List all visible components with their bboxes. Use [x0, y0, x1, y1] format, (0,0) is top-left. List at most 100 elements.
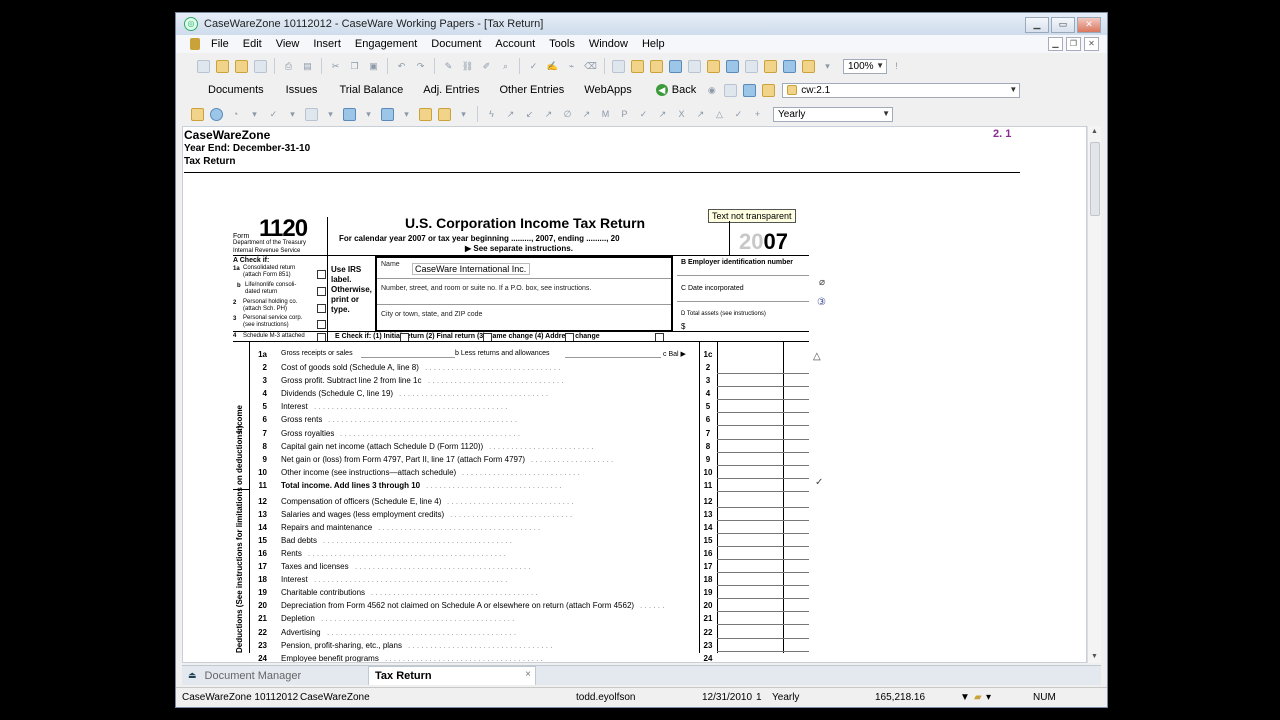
- home-icon[interactable]: [762, 83, 776, 97]
- clock-icon[interactable]: ◔: [229, 108, 242, 121]
- amount-field[interactable]: [717, 624, 809, 626]
- note-icon[interactable]: [305, 107, 318, 121]
- tickmark-4-icon[interactable]: ↗: [542, 108, 555, 121]
- maximize-icon[interactable]: ▭: [1051, 17, 1075, 33]
- check-personal-service-checkbox[interactable]: [317, 320, 326, 329]
- tickmark-11-icon[interactable]: X: [675, 108, 688, 121]
- spreadsheet-icon[interactable]: [745, 59, 758, 73]
- tickmark-3-icon[interactable]: ↙: [523, 108, 536, 121]
- chevron-down-icon[interactable]: ▾: [324, 108, 337, 121]
- amount-field[interactable]: [717, 585, 809, 587]
- back-button[interactable]: ◀ Back: [650, 84, 702, 96]
- tick-icon[interactable]: ✓: [815, 477, 823, 488]
- redo-icon[interactable]: ↷: [414, 60, 427, 73]
- scroll-down-icon[interactable]: ▼: [1088, 651, 1101, 663]
- amount-field[interactable]: [717, 412, 809, 414]
- checklist-icon[interactable]: [612, 59, 625, 73]
- chevron-down-icon[interactable]: ▾: [248, 108, 261, 121]
- amount-field[interactable]: [717, 425, 809, 427]
- check-lifenonlife-checkbox[interactable]: [317, 287, 326, 296]
- circle-number-icon[interactable]: ③: [817, 297, 826, 308]
- highlight-icon[interactable]: ⌁: [565, 60, 578, 73]
- save-icon[interactable]: [254, 59, 267, 73]
- worksheet-icon[interactable]: [669, 59, 682, 73]
- cut-icon[interactable]: ✂: [329, 60, 342, 73]
- period-select[interactable]: Yearly ▼: [773, 106, 893, 122]
- document-reference[interactable]: 2. 1: [993, 128, 1011, 140]
- memo-icon[interactable]: [688, 59, 701, 73]
- letter-icon[interactable]: [707, 59, 720, 73]
- nav-other-entries[interactable]: Other Entries: [489, 84, 574, 96]
- name-field[interactable]: CaseWare International Inc.: [412, 263, 530, 275]
- amount-field[interactable]: [717, 519, 809, 521]
- amount-field[interactable]: [717, 399, 809, 401]
- print-icon[interactable]: ⎙: [282, 60, 295, 73]
- help-icon[interactable]: !: [890, 60, 903, 73]
- database-icon[interactable]: [783, 59, 796, 73]
- chevron-down-icon[interactable]: ▾: [400, 108, 413, 121]
- amount-field[interactable]: [717, 506, 809, 508]
- annotate-icon[interactable]: ✍: [546, 60, 559, 73]
- new-icon[interactable]: [197, 59, 210, 73]
- tickmark-13-icon[interactable]: △: [713, 108, 726, 121]
- group-icon[interactable]: [381, 107, 394, 121]
- menu-tools[interactable]: Tools: [542, 38, 582, 50]
- amount-field[interactable]: [717, 572, 809, 573]
- chevron-down-icon[interactable]: ▾: [457, 108, 470, 121]
- refresh-icon[interactable]: [743, 83, 757, 97]
- amount-field[interactable]: [717, 545, 809, 547]
- tickmark-5-icon[interactable]: ∅: [561, 108, 574, 121]
- forward-icon[interactable]: ◉: [705, 84, 718, 97]
- nav-adj-entries[interactable]: Adj. Entries: [413, 84, 489, 96]
- chevron-down-icon[interactable]: ▾: [286, 108, 299, 121]
- nav-documents[interactable]: Documents: [198, 84, 274, 96]
- paste-icon[interactable]: ▣: [367, 60, 380, 73]
- amount-field[interactable]: [717, 611, 809, 613]
- document-manager-tab[interactable]: ⏏ Document Manager: [182, 666, 368, 685]
- link-icon[interactable]: ⛓: [461, 60, 474, 73]
- binder-icon[interactable]: [650, 59, 663, 73]
- amount-field[interactable]: [717, 558, 809, 560]
- marker-icon[interactable]: [419, 107, 432, 121]
- document-pane[interactable]: CaseWareZone Year End: December-31-10 Ta…: [182, 126, 1087, 663]
- chevron-down-icon[interactable]: ▾: [986, 692, 991, 703]
- input-line[interactable]: [361, 357, 455, 358]
- folder-icon[interactable]: ▰: [974, 692, 982, 703]
- format-icon[interactable]: ✎: [442, 60, 455, 73]
- check-personal-holding-checkbox[interactable]: [317, 304, 326, 313]
- amount-field[interactable]: [717, 637, 809, 639]
- minimize-icon[interactable]: ▁: [1025, 17, 1049, 33]
- erase-icon[interactable]: ⌫: [584, 60, 597, 73]
- pen-icon[interactable]: ✐: [480, 60, 493, 73]
- location-field[interactable]: cw:2.1 ▼: [782, 82, 1021, 98]
- report-icon[interactable]: [726, 59, 739, 73]
- preview-icon[interactable]: ▤: [301, 60, 314, 73]
- tick-icon[interactable]: ✓: [267, 108, 280, 121]
- tickmark-10-icon[interactable]: ↗: [656, 108, 669, 121]
- globe-icon[interactable]: [210, 107, 223, 121]
- amount-field[interactable]: [717, 650, 809, 652]
- menu-engagement[interactable]: Engagement: [348, 38, 424, 50]
- tickmark-2-icon[interactable]: ↗: [504, 108, 517, 121]
- tab-close-icon[interactable]: ×: [525, 669, 531, 680]
- menu-account[interactable]: Account: [488, 38, 542, 50]
- chart-icon[interactable]: [343, 107, 356, 121]
- tickmark-12-icon[interactable]: ↗: [694, 108, 707, 121]
- chevron-down-icon[interactable]: ▼: [960, 692, 970, 703]
- menu-window[interactable]: Window: [582, 38, 635, 50]
- tickmark-8-icon[interactable]: P: [618, 108, 631, 121]
- nav-issues[interactable]: Issues: [274, 84, 330, 96]
- menu-view[interactable]: View: [269, 38, 307, 50]
- menu-edit[interactable]: Edit: [236, 38, 269, 50]
- tickmark-1-icon[interactable]: ϟ: [485, 108, 498, 121]
- close-icon[interactable]: ✕: [1077, 17, 1101, 33]
- scroll-up-icon[interactable]: ▲: [1088, 126, 1101, 138]
- amount-field[interactable]: [717, 373, 809, 374]
- input-line[interactable]: [565, 357, 661, 358]
- stop-icon[interactable]: [724, 83, 738, 97]
- tickmark-15-icon[interactable]: +: [751, 108, 764, 121]
- stamp-icon[interactable]: [438, 107, 451, 121]
- folder-open-icon[interactable]: [631, 59, 644, 73]
- find-icon[interactable]: ⌕: [499, 60, 512, 73]
- amount-field[interactable]: [717, 598, 809, 600]
